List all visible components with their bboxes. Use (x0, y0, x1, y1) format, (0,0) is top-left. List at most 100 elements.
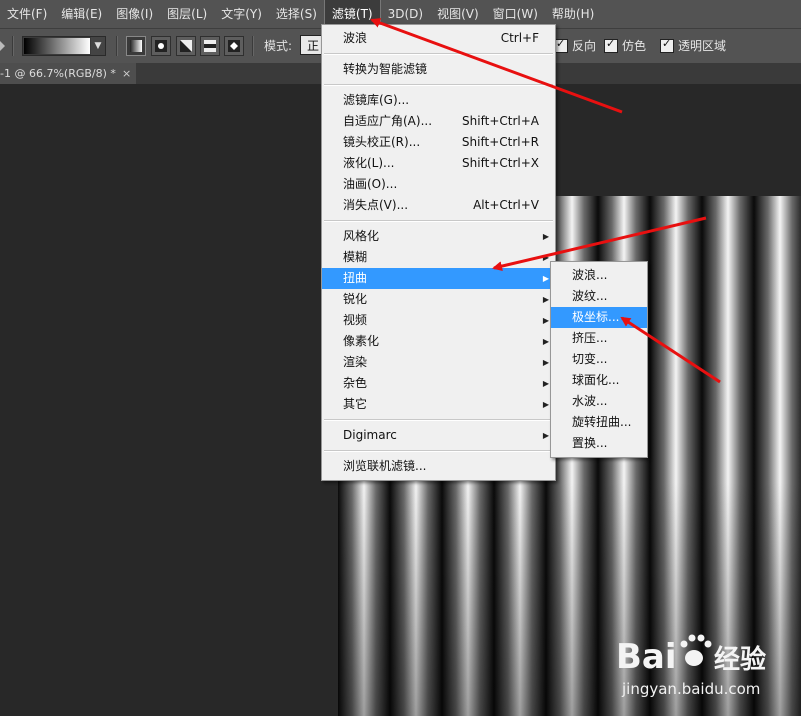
menu-item-label: Digimarc (343, 428, 397, 442)
filter-menu-item[interactable]: 视频 ▶ (322, 310, 555, 331)
menu-item-shortcut: Shift+Ctrl+R (461, 135, 539, 149)
filter-menu-item[interactable]: 消失点(V)... Alt+Ctrl+V (322, 195, 555, 216)
transparency-checkbox[interactable]: 透明区域 (660, 37, 726, 54)
distort-menu-item[interactable]: 旋转扭曲... (551, 412, 647, 433)
distort-menu-item[interactable]: 水波... (551, 391, 647, 412)
menu-item-label: 模糊 (343, 250, 368, 264)
menu-item-label: 波纹... (572, 289, 608, 303)
filter-menu-item[interactable]: 滤镜库(G)... (322, 90, 555, 111)
menu-item-label: 球面化... (572, 373, 620, 387)
filter-menu-item[interactable]: 风格化 ▶ (322, 226, 555, 247)
angle-gradient-icon (180, 40, 192, 52)
menu-item-label: 极坐标... (572, 310, 620, 324)
filter-menu-item[interactable]: 渲染 ▶ (322, 352, 555, 373)
menu-type[interactable]: 文字(Y) (214, 0, 269, 28)
watermark-url: jingyan.baidu.com (622, 680, 761, 698)
menu-item-label: 像素化 (343, 334, 380, 348)
menu-divider (324, 220, 553, 222)
svg-text:经验: 经验 (714, 644, 766, 675)
menu-item-label: 转换为智能滤镜 (343, 62, 428, 76)
menu-layer[interactable]: 图层(L) (160, 0, 214, 28)
checkbox-icon[interactable] (660, 37, 674, 53)
menu-item-label: 置换... (572, 436, 608, 450)
menu-file[interactable]: 文件(F) (0, 0, 54, 28)
menu-divider (324, 84, 553, 86)
document-tab[interactable]: -1 @ 66.7%(RGB/8) * × (0, 63, 136, 84)
diamond-gradient-icon (228, 40, 240, 52)
filter-menu-item[interactable]: 镜头校正(R)... Shift+Ctrl+R (322, 132, 555, 153)
reverse-label: 反向 (572, 39, 597, 53)
radial-gradient-icon (155, 40, 167, 52)
menu-select[interactable]: 选择(S) (269, 0, 324, 28)
distort-menu-item[interactable]: 波纹... (551, 286, 647, 307)
distort-menu-item[interactable]: 波浪... (551, 265, 647, 286)
menu-item-label: 旋转扭曲... (572, 415, 632, 429)
menu-item-label: 镜头校正(R)... (343, 135, 421, 149)
filter-menu-item[interactable]: 锐化 ▶ (322, 289, 555, 310)
menu-item-label: 其它 (343, 397, 368, 411)
divider (12, 36, 14, 56)
mode-label: 模式: (264, 39, 293, 53)
dither-checkbox[interactable]: 仿色 (604, 37, 646, 54)
filter-menu-item[interactable]: 浏览联机滤镜... (322, 456, 555, 477)
document-tab-title: -1 @ 66.7%(RGB/8) * (0, 67, 116, 80)
gradient-picker[interactable]: ▼ (22, 36, 106, 56)
transparency-label: 透明区域 (678, 39, 727, 53)
reverse-checkbox[interactable]: 反向 (554, 37, 596, 54)
menu-item-shortcut: Shift+Ctrl+A (462, 114, 539, 128)
menu-item-shortcut: Shift+Ctrl+X (462, 156, 539, 170)
menu-edit[interactable]: 编辑(E) (54, 0, 109, 28)
submenu-arrow-icon: ▶ (542, 232, 549, 241)
menu-item-label: 浏览联机滤镜... (343, 459, 427, 473)
filter-menu-item[interactable]: 波浪 Ctrl+F (322, 28, 555, 49)
dither-label: 仿色 (622, 39, 647, 53)
submenu-arrow-icon: ▶ (542, 316, 549, 325)
menu-item-label: 自适应广角(A)... (343, 114, 433, 128)
close-icon[interactable]: × (122, 63, 131, 84)
menu-item-shortcut: Ctrl+F (500, 31, 539, 45)
distort-menu-item[interactable]: 挤压... (551, 328, 647, 349)
menu-item-label: 波浪 (343, 31, 368, 45)
linear-gradient-button[interactable] (126, 36, 146, 56)
menu-item-label: 风格化 (343, 229, 380, 243)
gradient-swatch[interactable] (24, 38, 90, 54)
filter-menu-item[interactable]: 其它 ▶ (322, 394, 555, 415)
filter-menu-item[interactable]: 杂色 ▶ (322, 373, 555, 394)
filter-menu-item[interactable]: 自适应广角(A)... Shift+Ctrl+A (322, 111, 555, 132)
menu-item-label: 锐化 (343, 292, 368, 306)
diamond-gradient-button[interactable] (224, 36, 244, 56)
filter-menu-item[interactable]: 像素化 ▶ (322, 331, 555, 352)
submenu-arrow-icon: ▶ (542, 379, 549, 388)
distort-menu-item[interactable]: 切变... (551, 349, 647, 370)
distort-menu-item[interactable]: 球面化... (551, 370, 647, 391)
filter-menu-item[interactable]: 扭曲 ▶ (322, 268, 555, 289)
distort-menu-item[interactable]: 置换... (551, 433, 647, 454)
filter-menu: 波浪 Ctrl+F 转换为智能滤镜滤镜库(G)... 自适应广角(A)... Shift… (321, 24, 556, 481)
tool-preset-arrow-icon[interactable] (0, 41, 5, 51)
filter-menu-item[interactable]: Digimarc ▶ (322, 425, 555, 446)
menu-item-label: 扭曲 (343, 271, 368, 285)
menu-item-label: 挤压... (572, 331, 608, 345)
linear-gradient-icon (130, 40, 142, 52)
menu-item-label: 切变... (572, 352, 608, 366)
filter-menu-item[interactable]: 液化(L)... Shift+Ctrl+X (322, 153, 555, 174)
menu-item-label: 液化(L)... (343, 156, 395, 170)
distort-menu-item[interactable]: 极坐标... (551, 307, 647, 328)
submenu-arrow-icon: ▶ (542, 400, 549, 409)
radial-gradient-button[interactable] (151, 36, 171, 56)
svg-text:Bai: Bai (616, 637, 677, 676)
filter-menu-item[interactable]: 转换为智能滤镜 (322, 59, 555, 80)
chevron-down-icon[interactable]: ▼ (91, 37, 105, 55)
menu-item-label: 水波... (572, 394, 608, 408)
checkbox-icon[interactable] (554, 37, 568, 53)
checkbox-icon[interactable] (604, 37, 618, 53)
filter-menu-item[interactable]: 模糊 ▶ (322, 247, 555, 268)
angle-gradient-button[interactable] (176, 36, 196, 56)
mode-select[interactable]: 正 (300, 35, 322, 55)
filter-menu-item[interactable]: 油画(O)... (322, 174, 555, 195)
submenu-arrow-icon: ▶ (542, 358, 549, 367)
menu-image[interactable]: 图像(I) (109, 0, 160, 28)
menu-item-label: 消失点(V)... (343, 198, 409, 212)
reflected-gradient-button[interactable] (200, 36, 220, 56)
distort-submenu: 波浪... 波纹... 极坐标... 挤压... 切变... 球面化... 水波... 旋转扭… (550, 261, 648, 458)
